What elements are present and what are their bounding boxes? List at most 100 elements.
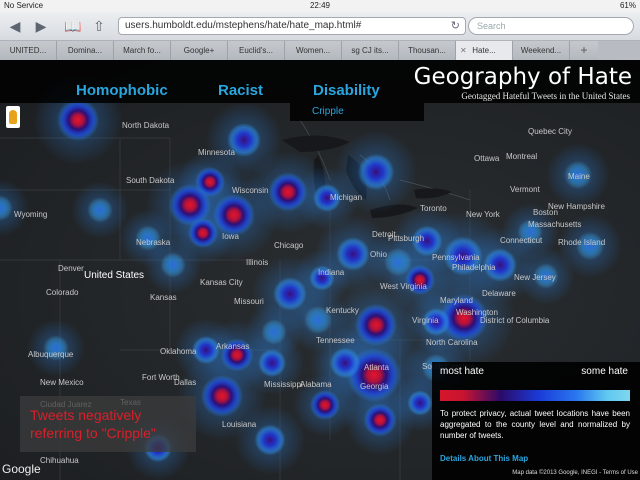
legend-panel: most hate some hate To protect privacy, … xyxy=(432,362,640,480)
clock-text: 22:49 xyxy=(309,1,331,10)
map-place-label: Chihuahua xyxy=(40,456,79,465)
heat-blob-high xyxy=(268,172,308,212)
map-place-label: Denver xyxy=(58,264,84,273)
map-place-label: Fort Worth xyxy=(142,373,180,382)
map-place-label: Missouri xyxy=(234,297,264,306)
heat-blob-high xyxy=(188,218,218,248)
share-icon[interactable]: ⇧ xyxy=(88,16,110,36)
tab-label: March fo... xyxy=(123,46,161,55)
map-place-label: Pennsylvania xyxy=(432,253,480,262)
map-place-label: Kentucky xyxy=(326,306,359,315)
legend-gradient xyxy=(440,390,630,401)
heat-blob-low xyxy=(87,197,113,223)
tab-label: sg CJ its... xyxy=(351,46,389,55)
heat-blob-med xyxy=(357,153,395,191)
legend-description: To protect privacy, actual tweet locatio… xyxy=(440,409,630,440)
browser-tab[interactable]: Euclid's... xyxy=(228,41,285,60)
legend-most-label: most hate xyxy=(440,366,484,377)
map-place-label: South Dakota xyxy=(126,176,175,185)
tab-label: Domina... xyxy=(67,46,103,55)
map-place-label: Indiana xyxy=(318,268,345,277)
map-place-label: Illinois xyxy=(246,258,269,267)
heat-blob-med xyxy=(254,424,286,456)
tab-label: Thousan... xyxy=(408,46,446,55)
heat-blob-high xyxy=(57,99,99,141)
map-place-label: Montreal xyxy=(506,152,538,161)
map-place-label: Minnesota xyxy=(198,148,235,157)
submenu-item-cripple[interactable]: Cripple xyxy=(312,106,344,117)
page-subtitle: Geotagged Hateful Tweets in the United S… xyxy=(461,91,630,101)
heat-map[interactable]: North Dakota Minnesota Wyoming South Dakota… xyxy=(0,60,640,480)
new-tab-button[interactable]: + xyxy=(570,41,598,60)
tab-bar: UNITED... Domina... March fo... Google+ Eucl… xyxy=(0,41,640,61)
page-title: Geography of Hate xyxy=(413,64,632,90)
map-place-label: Philadelphia xyxy=(452,263,496,272)
map-place-label: Wyoming xyxy=(14,210,48,219)
tab-label: UNITED... xyxy=(9,46,47,55)
map-place-label: Iowa xyxy=(222,232,239,241)
menu-disability[interactable]: Disability xyxy=(313,82,380,99)
menu-racist[interactable]: Racist xyxy=(218,82,263,99)
browser-tab[interactable]: Weekend... xyxy=(513,41,570,60)
map-place-label: Vermont xyxy=(510,185,540,194)
heat-blob-high xyxy=(201,375,243,417)
close-tab-icon[interactable]: ✕ xyxy=(460,41,467,60)
street-view-pegman-icon[interactable] xyxy=(6,106,20,128)
map-place-label: Connecticut xyxy=(500,236,543,245)
map-place-label: Alabama xyxy=(300,380,332,389)
battery-text: 61% xyxy=(619,1,636,10)
heat-blob-med xyxy=(336,237,370,271)
browser-tab[interactable]: UNITED... xyxy=(0,41,57,60)
browser-tab[interactable]: Thousan... xyxy=(399,41,456,60)
map-place-label: Chicago xyxy=(274,241,304,250)
tab-label: Weekend... xyxy=(520,46,562,55)
tab-label: Google+ xyxy=(183,46,215,55)
back-arrow-icon[interactable]: ◀ xyxy=(4,16,26,36)
map-place-label: Nebraska xyxy=(136,238,171,247)
map-place-label: Georgia xyxy=(360,382,389,391)
browser-tab[interactable]: Google+ xyxy=(171,41,228,60)
browser-tab[interactable]: March fo... xyxy=(114,41,171,60)
map-place-label: Toronto xyxy=(420,204,447,213)
forward-arrow-icon[interactable]: ▶ xyxy=(30,16,52,36)
bookmarks-icon[interactable]: 📖 xyxy=(62,16,84,36)
map-place-label: District of Columbia xyxy=(480,316,550,325)
address-bar[interactable]: users.humboldt.edu/mstephens/hate/hate_m… xyxy=(118,17,466,35)
map-place-label: Colorado xyxy=(46,288,79,297)
browser-toolbar: ◀ ▶ 📖 ⇧ users.humboldt.edu/mstephens/hat… xyxy=(0,12,640,41)
map-place-label: Pittsburgh xyxy=(388,234,425,243)
map-place-label: Massachusetts xyxy=(528,220,582,229)
map-place-label: Virginia xyxy=(412,316,439,325)
map-place-label: North Dakota xyxy=(122,121,170,130)
status-bar: No Service 22:49 61% xyxy=(0,0,640,12)
map-place-label: Albuquerque xyxy=(28,350,74,359)
map-place-label: Rhode Island xyxy=(558,238,606,247)
google-logo[interactable]: Google xyxy=(2,462,41,476)
browser-tab[interactable]: Women... xyxy=(285,41,342,60)
heat-blob-med xyxy=(273,277,307,311)
map-place-label: North Carolina xyxy=(426,338,478,347)
map-place-label: New Jersey xyxy=(514,273,556,282)
browser-tab[interactable]: ✕ Hate... xyxy=(456,41,513,60)
map-place-label: Tennessee xyxy=(316,336,355,345)
map-place-label: Arkansas xyxy=(216,342,250,351)
reload-icon[interactable]: ↻ xyxy=(451,19,460,32)
map-place-label: Delaware xyxy=(482,289,516,298)
map-place-label: Ohio xyxy=(370,250,387,259)
tab-label: Women... xyxy=(295,46,331,55)
browser-tab[interactable]: Domina... xyxy=(57,41,114,60)
heat-blob-high xyxy=(310,390,340,420)
browser-tab[interactable]: sg CJ its... xyxy=(342,41,399,60)
menu-homophobic[interactable]: Homophobic xyxy=(76,82,168,99)
heat-blob-high xyxy=(355,304,397,346)
heat-blob-med xyxy=(329,347,361,379)
search-input[interactable]: Search xyxy=(468,17,634,35)
country-label: United States xyxy=(84,270,145,281)
tab-label: Euclid's... xyxy=(239,46,273,55)
heat-blob-low xyxy=(261,319,287,345)
heat-blob-high xyxy=(363,403,397,437)
map-place-label: New Mexico xyxy=(40,378,84,387)
map-place-label: Oklahoma xyxy=(160,347,197,356)
details-link[interactable]: Details About This Map xyxy=(440,454,528,463)
map-copyright[interactable]: Map data ©2013 Google, INEGI - Terms of … xyxy=(512,470,638,476)
